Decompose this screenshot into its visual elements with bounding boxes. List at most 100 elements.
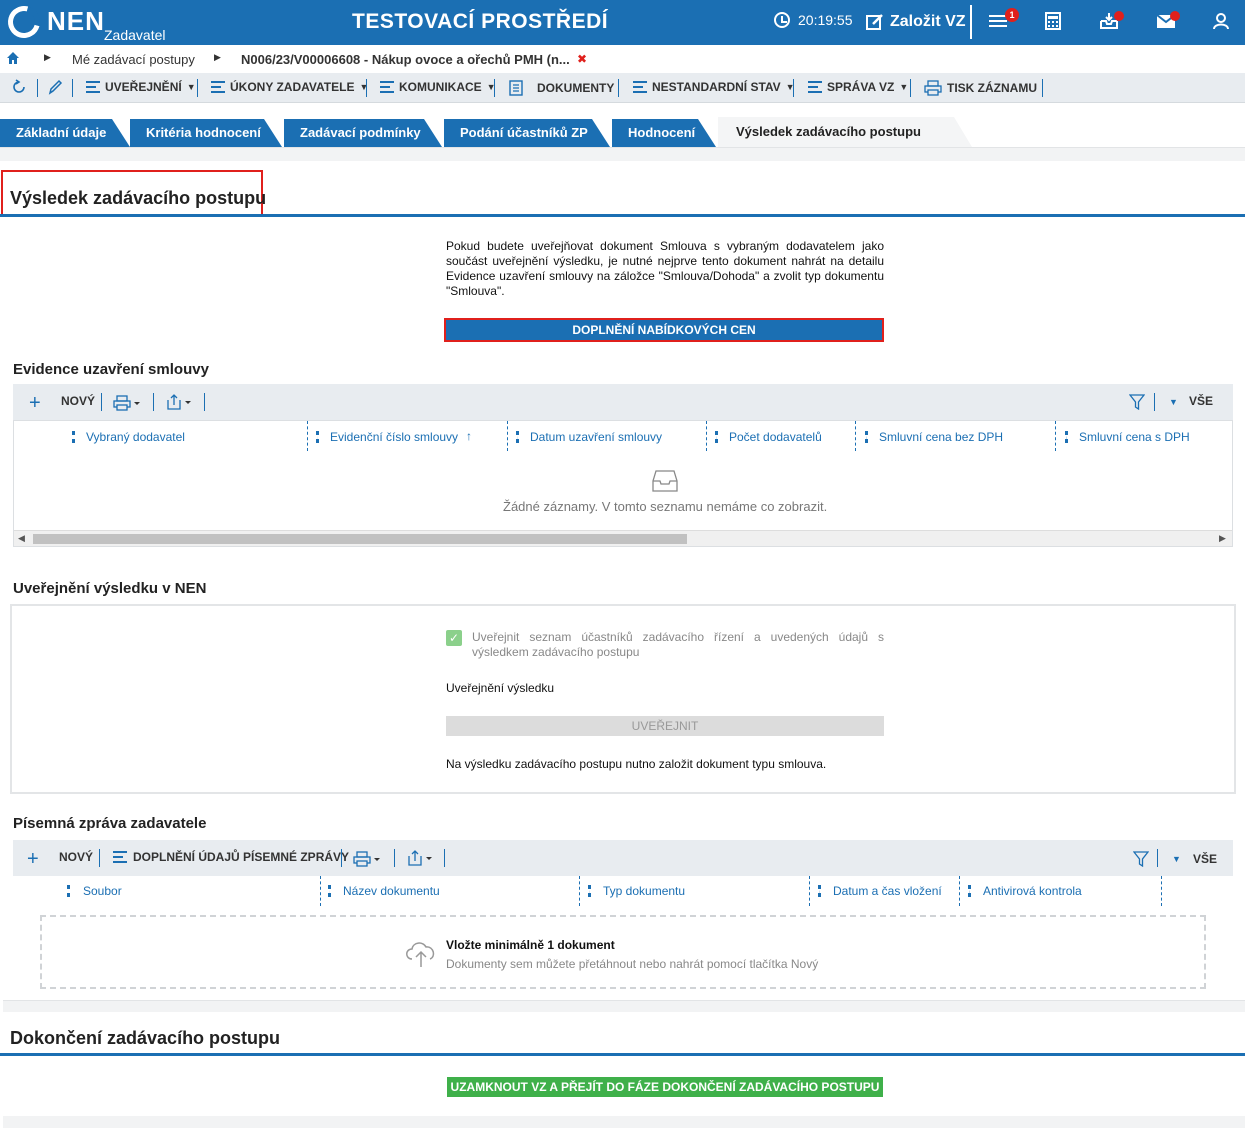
tab-basic-data[interactable]: Základní údaje [0,119,130,147]
column-header-contract-date[interactable]: Datum uzavření smlouvy [530,430,662,444]
column-menu-icon[interactable] [316,431,319,443]
calculator-icon[interactable] [1042,12,1064,34]
clock-icon [774,12,790,28]
scroll-right-icon[interactable]: ▶ [1219,533,1226,544]
caret-down-icon: ▼ [899,82,909,92]
tab-evaluation[interactable]: Hodnocení [612,119,716,147]
column-menu-icon[interactable] [968,885,971,897]
create-vz-label: Založit VZ [890,13,966,30]
horizontal-scrollbar[interactable]: ◀ ▶ [14,530,1232,546]
breadcrumb-item-my-procedures[interactable]: Mé zadávací postupy [72,52,195,67]
toolbar-communication-label: KOMUNIKACE [399,80,482,94]
report-new-button[interactable]: NOVÝ [59,850,93,864]
print-icon[interactable] [353,851,383,870]
list-icon [380,81,394,93]
close-icon[interactable]: ✖ [577,52,587,66]
toolbar-publish-label: UVEŘEJNĚNÍ [105,80,182,94]
divider [153,393,154,411]
empty-inbox-icon [652,468,678,497]
breadcrumb-arrow-icon: ▶ [44,52,51,62]
plus-icon[interactable]: + [27,848,39,871]
column-menu-icon[interactable] [72,431,75,443]
publish-button[interactable]: UVEŘEJNIT [446,716,884,736]
inbox-badge [1114,11,1124,21]
export-icon[interactable] [406,850,436,869]
column-menu-icon[interactable] [516,431,519,443]
divider [1042,79,1043,97]
scrollbar-thumb[interactable] [33,534,687,544]
divider [444,849,445,867]
tab-procedure-result[interactable]: Výsledek zadávacího postupu [718,117,972,147]
column-header-upload-datetime[interactable]: Datum a čas vložení [833,884,942,898]
column-menu-icon[interactable] [1065,431,1068,443]
section-underline [0,214,1245,217]
new-button[interactable]: NOVÝ [61,394,95,408]
list-icon [633,81,647,93]
column-divider [809,876,810,906]
caret-down-icon[interactable]: ▼ [1169,397,1178,407]
section-title-written-report: Písemná zpráva zadavatele [13,815,207,832]
list-icon [113,851,127,863]
document-dropzone[interactable]: Vložte minimálně 1 dokument Dokumenty se… [40,915,1206,989]
pencil-icon[interactable] [47,78,63,96]
divider [99,849,100,867]
toolbar-actions[interactable]: ÚKONY ZADAVATELE ▼ [211,80,368,94]
toolbar-communication[interactable]: KOMUNIKACE ▼ [380,80,496,94]
column-menu-icon[interactable] [67,885,70,897]
column-header-supplier-count[interactable]: Počet dodavatelů [729,430,822,444]
column-divider [307,421,308,451]
divider [37,79,38,97]
export-icon[interactable] [165,394,195,413]
price-supplement-button[interactable]: DOPLNĚNÍ NABÍDKOVÝCH CEN [444,318,884,342]
column-menu-icon[interactable] [818,885,821,897]
tab-tender-conditions[interactable]: Zadávací podmínky [284,119,442,147]
report-supplement-button[interactable]: DOPLNĚNÍ ÚDAJŮ PÍSEMNÉ ZPRÁVY [113,850,349,864]
print-icon[interactable] [113,395,143,414]
breadcrumb-item-current[interactable]: N006/23/V00006608 - Nákup ovoce a ořechů… [241,52,570,67]
column-header-antivirus[interactable]: Antivirová kontrola [983,884,1082,898]
column-header-contract-number[interactable]: Evidenční číslo smlouvy [330,430,458,444]
tab-bar: Základní údaje Kritéria hodnocení Zadáva… [0,103,1245,147]
lock-and-finish-button[interactable]: UZAMKNOUT VZ A PŘEJÍT DO FÁZE DOKONČENÍ … [447,1077,883,1097]
tab-participant-submissions[interactable]: Podání účastníků ZP [444,119,610,147]
publish-checkbox[interactable]: ✓ [446,630,462,646]
top-bar: NEN Zadavatel TESTOVACÍ PROSTŘEDÍ 20:19:… [0,0,1245,45]
column-header-document-name[interactable]: Název dokumentu [343,884,440,898]
toolbar-nonstandard[interactable]: NESTANDARDNÍ STAV ▼ [633,80,795,94]
toolbar-print-record[interactable]: TISK ZÁZNAMU [924,80,1037,96]
section-title-result: Výsledek zadávacího postupu [10,188,267,208]
filter-icon[interactable] [1132,851,1150,868]
column-divider [507,421,508,451]
column-header-price-with-vat[interactable]: Smluvní cena s DPH [1079,430,1190,444]
column-divider [1055,421,1056,451]
report-view-all-selector[interactable]: VŠE [1193,852,1217,866]
column-header-document-type[interactable]: Typ dokumentu [603,884,685,898]
nen-logo-icon [2,0,46,44]
sort-ascending-icon[interactable]: ↑ [466,429,472,443]
view-all-selector[interactable]: VŠE [1189,394,1213,408]
caret-down-icon[interactable]: ▼ [1172,854,1181,864]
toolbar-print-record-label: TISK ZÁZNAMU [947,81,1037,95]
scroll-left-icon[interactable]: ◀ [18,533,25,544]
logo-text[interactable]: NEN [47,6,105,37]
filter-icon[interactable] [1128,394,1146,411]
column-header-selected-supplier[interactable]: Vybraný dodavatel [86,430,185,444]
plus-icon[interactable]: + [29,392,41,415]
toolbar-publish[interactable]: UVEŘEJNĚNÍ ▼ [86,80,196,94]
column-header-file[interactable]: Soubor [83,884,122,898]
column-menu-icon[interactable] [328,885,331,897]
user-icon[interactable] [1210,12,1232,34]
tab-evaluation-criteria[interactable]: Kritéria hodnocení [130,119,282,147]
create-vz-button[interactable]: Založit VZ [862,5,972,39]
column-menu-icon[interactable] [865,431,868,443]
toolbar-vz-management[interactable]: SPRÁVA VZ ▼ [808,80,908,94]
divider [341,849,342,867]
home-icon[interactable] [6,51,20,68]
divider [101,393,102,411]
column-divider [1161,876,1162,906]
column-menu-icon[interactable] [715,431,718,443]
column-menu-icon[interactable] [588,885,591,897]
column-header-price-without-vat[interactable]: Smluvní cena bez DPH [879,430,1003,444]
refresh-icon[interactable] [10,78,28,96]
toolbar-documents[interactable]: DOKUMENTY [508,80,614,96]
